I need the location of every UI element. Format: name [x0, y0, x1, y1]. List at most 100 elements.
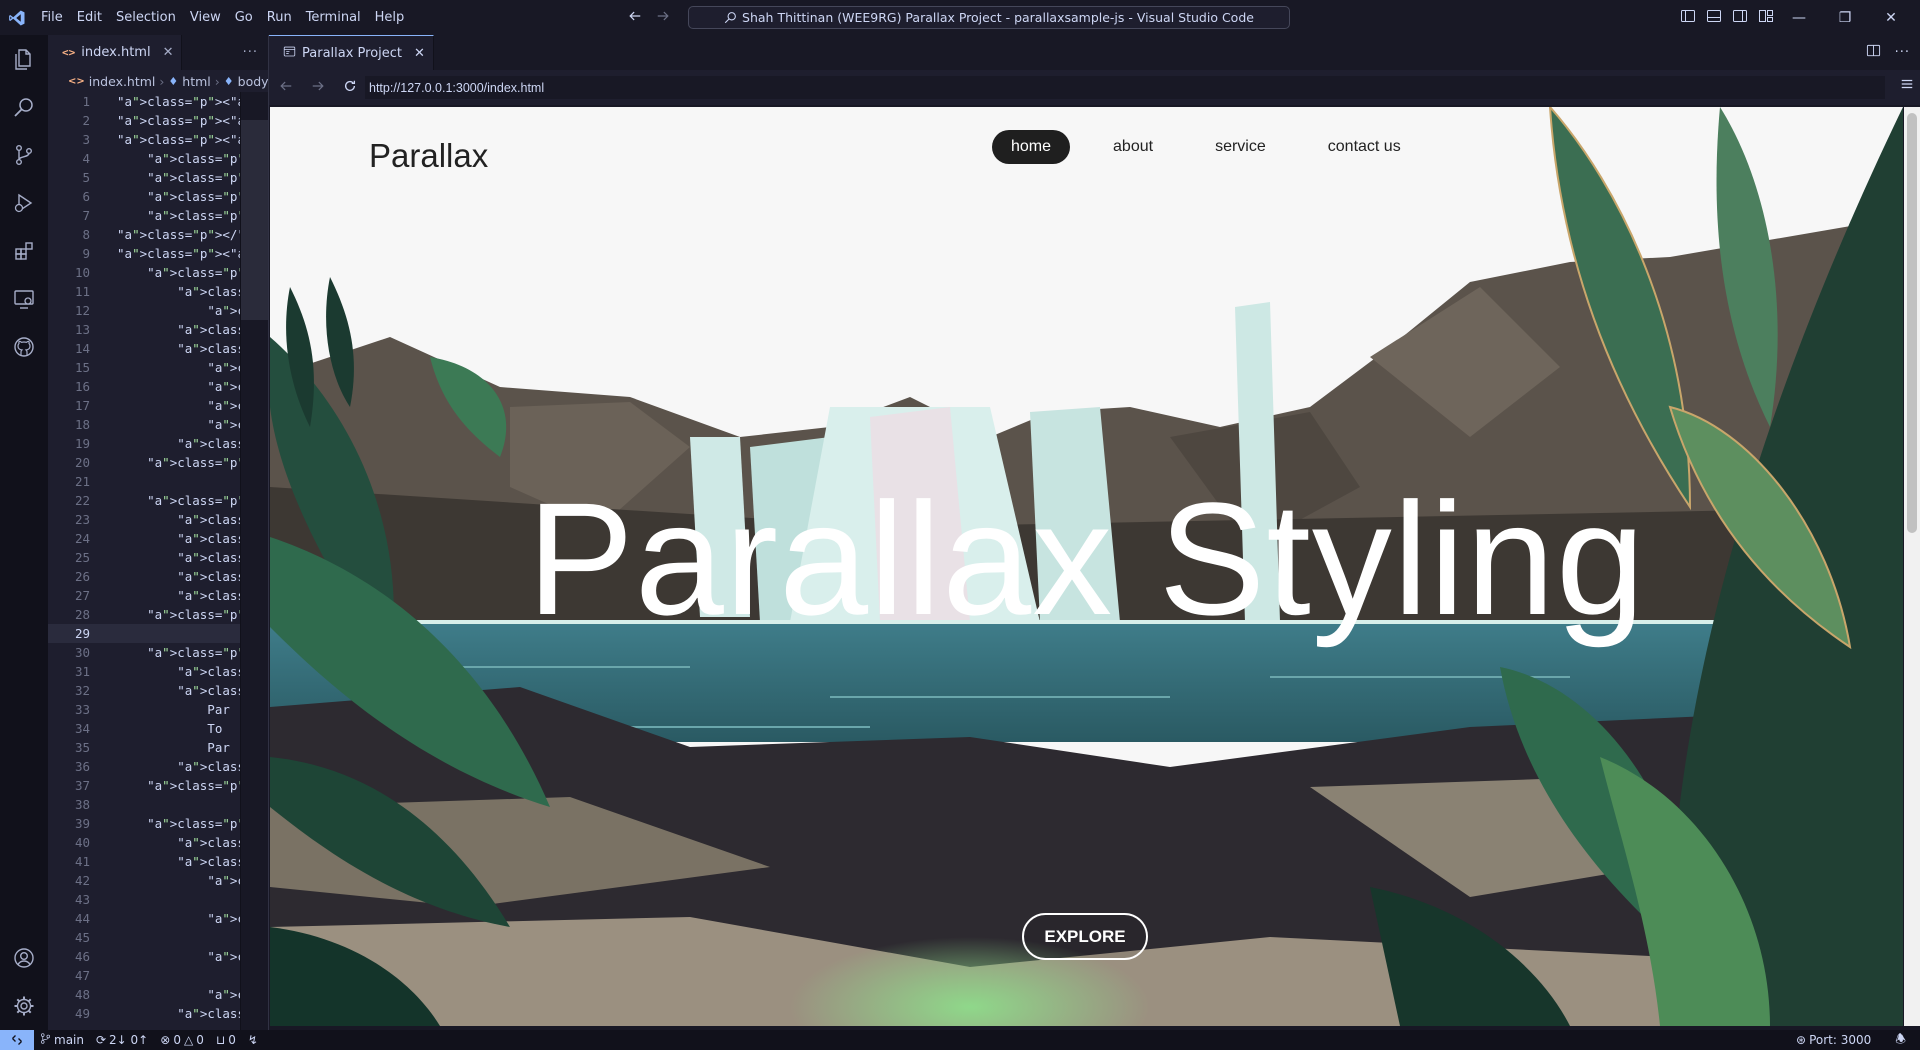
code-line[interactable]: 13 "a">class="p"></"a">class="t">h2> — [48, 320, 268, 339]
code-line[interactable]: 31 "a">class="p"><"a">class="t">h2>What — [48, 662, 268, 681]
toggle-secondary-sidebar-icon[interactable] — [1732, 8, 1748, 28]
code-line[interactable]: 47 — [48, 966, 268, 985]
customize-layout-icon[interactable] — [1758, 8, 1774, 28]
code-line[interactable]: 28 "a">class="p"></"a">class="t">section… — [48, 605, 268, 624]
problems-status[interactable]: ⊗ 0 △ 0 — [154, 1033, 210, 1047]
code-line[interactable]: 36 "a">class="p"></"a">class="t">p> — [48, 757, 268, 776]
back-icon[interactable] — [279, 79, 293, 97]
code-line[interactable]: 25 "a">class="p"><"a">class="t">a "a">hr… — [48, 548, 268, 567]
code-line[interactable]: 14 "a">class="p"><"a">class="t">nav "a">… — [48, 339, 268, 358]
nav-link-contact-us[interactable]: contact us — [1309, 130, 1420, 164]
lightning-icon[interactable]: ↯ — [242, 1033, 264, 1047]
nav-link-service[interactable]: service — [1196, 130, 1285, 164]
remote-explorer-icon[interactable] — [0, 275, 48, 323]
explorer-icon[interactable] — [0, 35, 48, 83]
source-control-icon[interactable] — [0, 131, 48, 179]
menu-help[interactable]: Help — [368, 0, 412, 35]
code-line[interactable]: 16 "a">class="p"><"a">class="t">a — [48, 377, 268, 396]
code-line[interactable]: 18 "a">class="p"><"a">class="t">a — [48, 415, 268, 434]
nav-link-about[interactable]: about — [1094, 130, 1172, 164]
code-editor[interactable]: 1"a">class="p"><"a">class="t">!DOCTYPE h… — [48, 92, 268, 1030]
code-line[interactable]: 34 To — [48, 719, 268, 738]
code-line[interactable]: 39 "a">class="p"><"a">class="t">section … — [48, 814, 268, 833]
menu-view[interactable]: View — [183, 0, 228, 35]
code-line[interactable]: 24 "a">class="p"><"a">class="t">h2 "a">i… — [48, 529, 268, 548]
code-line[interactable]: 22 "a">class="p"><"a">class="t">section … — [48, 491, 268, 510]
code-line[interactable]: 41 "a">class="p"><"a">class="t">p> — [48, 852, 268, 871]
go-back-icon[interactable] — [628, 9, 642, 27]
live-server-port[interactable]: ⊛ Port: 3000 — [1790, 1030, 1877, 1050]
code-line[interactable]: 5 "a">class="p"><"a">class="t">meta "a">… — [48, 168, 268, 187]
extensions-icon[interactable] — [0, 227, 48, 275]
scrollbar-thumb[interactable] — [1907, 113, 1917, 533]
close-tab-icon[interactable]: ✕ — [163, 45, 174, 60]
search-icon[interactable] — [0, 83, 48, 131]
code-line[interactable]: 48 "a">class="p"><"a">class="t">st — [48, 985, 268, 1004]
code-line[interactable]: 49 "a">class="p"></"a">class="t">p> — [48, 1004, 268, 1023]
reload-icon[interactable] — [343, 79, 357, 97]
menu-go[interactable]: Go — [228, 0, 260, 35]
split-editor-icon[interactable] — [1866, 43, 1881, 62]
toggle-panel-icon[interactable] — [1706, 8, 1722, 28]
code-line[interactable]: 12 "a">class="p"><"a">class="t">a — [48, 301, 268, 320]
code-line[interactable]: 38 — [48, 795, 268, 814]
site-logo[interactable]: Parallax — [369, 137, 488, 175]
branch-status[interactable]: main — [34, 1033, 90, 1047]
github-icon[interactable] — [0, 323, 48, 371]
code-line[interactable]: 11 "a">class="p"><"a">class="t">h2 "a">c… — [48, 282, 268, 301]
code-line[interactable]: 1"a">class="p"><"a">class="t">!DOCTYPE h… — [48, 92, 268, 111]
menu-file[interactable]: File — [34, 0, 70, 35]
code-line[interactable]: 17 "a">class="p"><"a">class="t">a — [48, 396, 268, 415]
code-line[interactable]: 2"a">class="p"><"a">class="t">html "a">l… — [48, 111, 268, 130]
menu-selection[interactable]: Selection — [109, 0, 183, 35]
run-debug-icon[interactable] — [0, 179, 48, 227]
more-actions-icon[interactable]: ··· — [243, 35, 258, 70]
editor-tab-index-html[interactable]: <> index.html ✕ — [48, 35, 183, 70]
code-line[interactable]: 3"a">class="p"><"a">class="t">head> — [48, 130, 268, 149]
restore-icon[interactable]: ❐ — [1822, 0, 1868, 35]
minimap-slider[interactable] — [241, 120, 269, 320]
code-line[interactable]: 27 "a">class="p"><"a">class="t">img "a">… — [48, 586, 268, 605]
code-line[interactable]: 32 "a">class="p"><"a">class="t">p> — [48, 681, 268, 700]
minimap[interactable] — [240, 92, 269, 1030]
code-line[interactable]: 37 "a">class="p"></"a">class="t">section… — [48, 776, 268, 795]
code-line[interactable]: 30 "a">class="p"><"a">class="t">section … — [48, 643, 268, 662]
breadcrumb-file[interactable]: index.html — [89, 74, 156, 89]
code-line[interactable]: 44 "a">class="p"><"a">class="t">st — [48, 909, 268, 928]
code-line[interactable]: 43 — [48, 890, 268, 909]
notifications-bell-icon[interactable]: 🕭 — [1889, 1030, 1912, 1050]
code-line[interactable]: 4 "a">class="p"><"a">class="t">meta "a">… — [48, 149, 268, 168]
more-actions-icon[interactable]: ··· — [1895, 45, 1910, 60]
menu-terminal[interactable]: Terminal — [299, 0, 368, 35]
webpage-viewport[interactable]: Parallax home about service contact us P… — [270, 107, 1903, 1026]
menu-run[interactable]: Run — [260, 0, 299, 35]
accounts-icon[interactable] — [0, 934, 48, 982]
code-line[interactable]: 23 "a">class="p"><"a">class="t">img "a">… — [48, 510, 268, 529]
close-window-icon[interactable]: ✕ — [1868, 0, 1914, 35]
go-forward-icon[interactable] — [656, 9, 670, 27]
code-line[interactable]: 6 "a">class="p"><"a">class="t">link "a">… — [48, 187, 268, 206]
code-line[interactable]: 9"a">class="p"><"a">class="t">body> — [48, 244, 268, 263]
code-line[interactable]: 45 — [48, 928, 268, 947]
code-line[interactable]: 8"a">class="p"></"a">class="t">head> — [48, 225, 268, 244]
code-line[interactable]: 42 "a">class="p"><"a">class="t">st — [48, 871, 268, 890]
forward-icon[interactable] — [311, 79, 325, 97]
close-tab-icon[interactable]: ✕ — [414, 46, 425, 61]
code-line[interactable]: 33 Par — [48, 700, 268, 719]
nav-link-home[interactable]: home — [992, 130, 1071, 164]
minimize-icon[interactable]: — — [1776, 0, 1822, 35]
code-line[interactable]: 15 "a">class="p"><"a">class="t">a — [48, 358, 268, 377]
code-line[interactable]: 29 — [48, 624, 268, 643]
code-line[interactable]: 19 "a">class="p"></"a">class="t">nav> — [48, 434, 268, 453]
code-line[interactable]: 7 "a">class="p"><"a">class="t">title>Par… — [48, 206, 268, 225]
code-line[interactable]: 21 — [48, 472, 268, 491]
sync-status[interactable]: ⟳ 2↓ 0↑ — [90, 1033, 154, 1047]
settings-gear-icon[interactable] — [0, 982, 48, 1030]
menu-edit[interactable]: Edit — [70, 0, 109, 35]
code-line[interactable]: 40 "a">class="p"><"a">class="t">h2>How — [48, 833, 268, 852]
code-line[interactable]: 10 "a">class="p"><"a">class="t">header> — [48, 263, 268, 282]
code-line[interactable]: 26 "a">class="p"><"a">class="t">img "a">… — [48, 567, 268, 586]
toggle-primary-sidebar-icon[interactable] — [1680, 8, 1696, 28]
code-line[interactable]: 46 "a">class="p"><"a">class="t">st — [48, 947, 268, 966]
breadcrumb-html[interactable]: html — [182, 74, 210, 89]
